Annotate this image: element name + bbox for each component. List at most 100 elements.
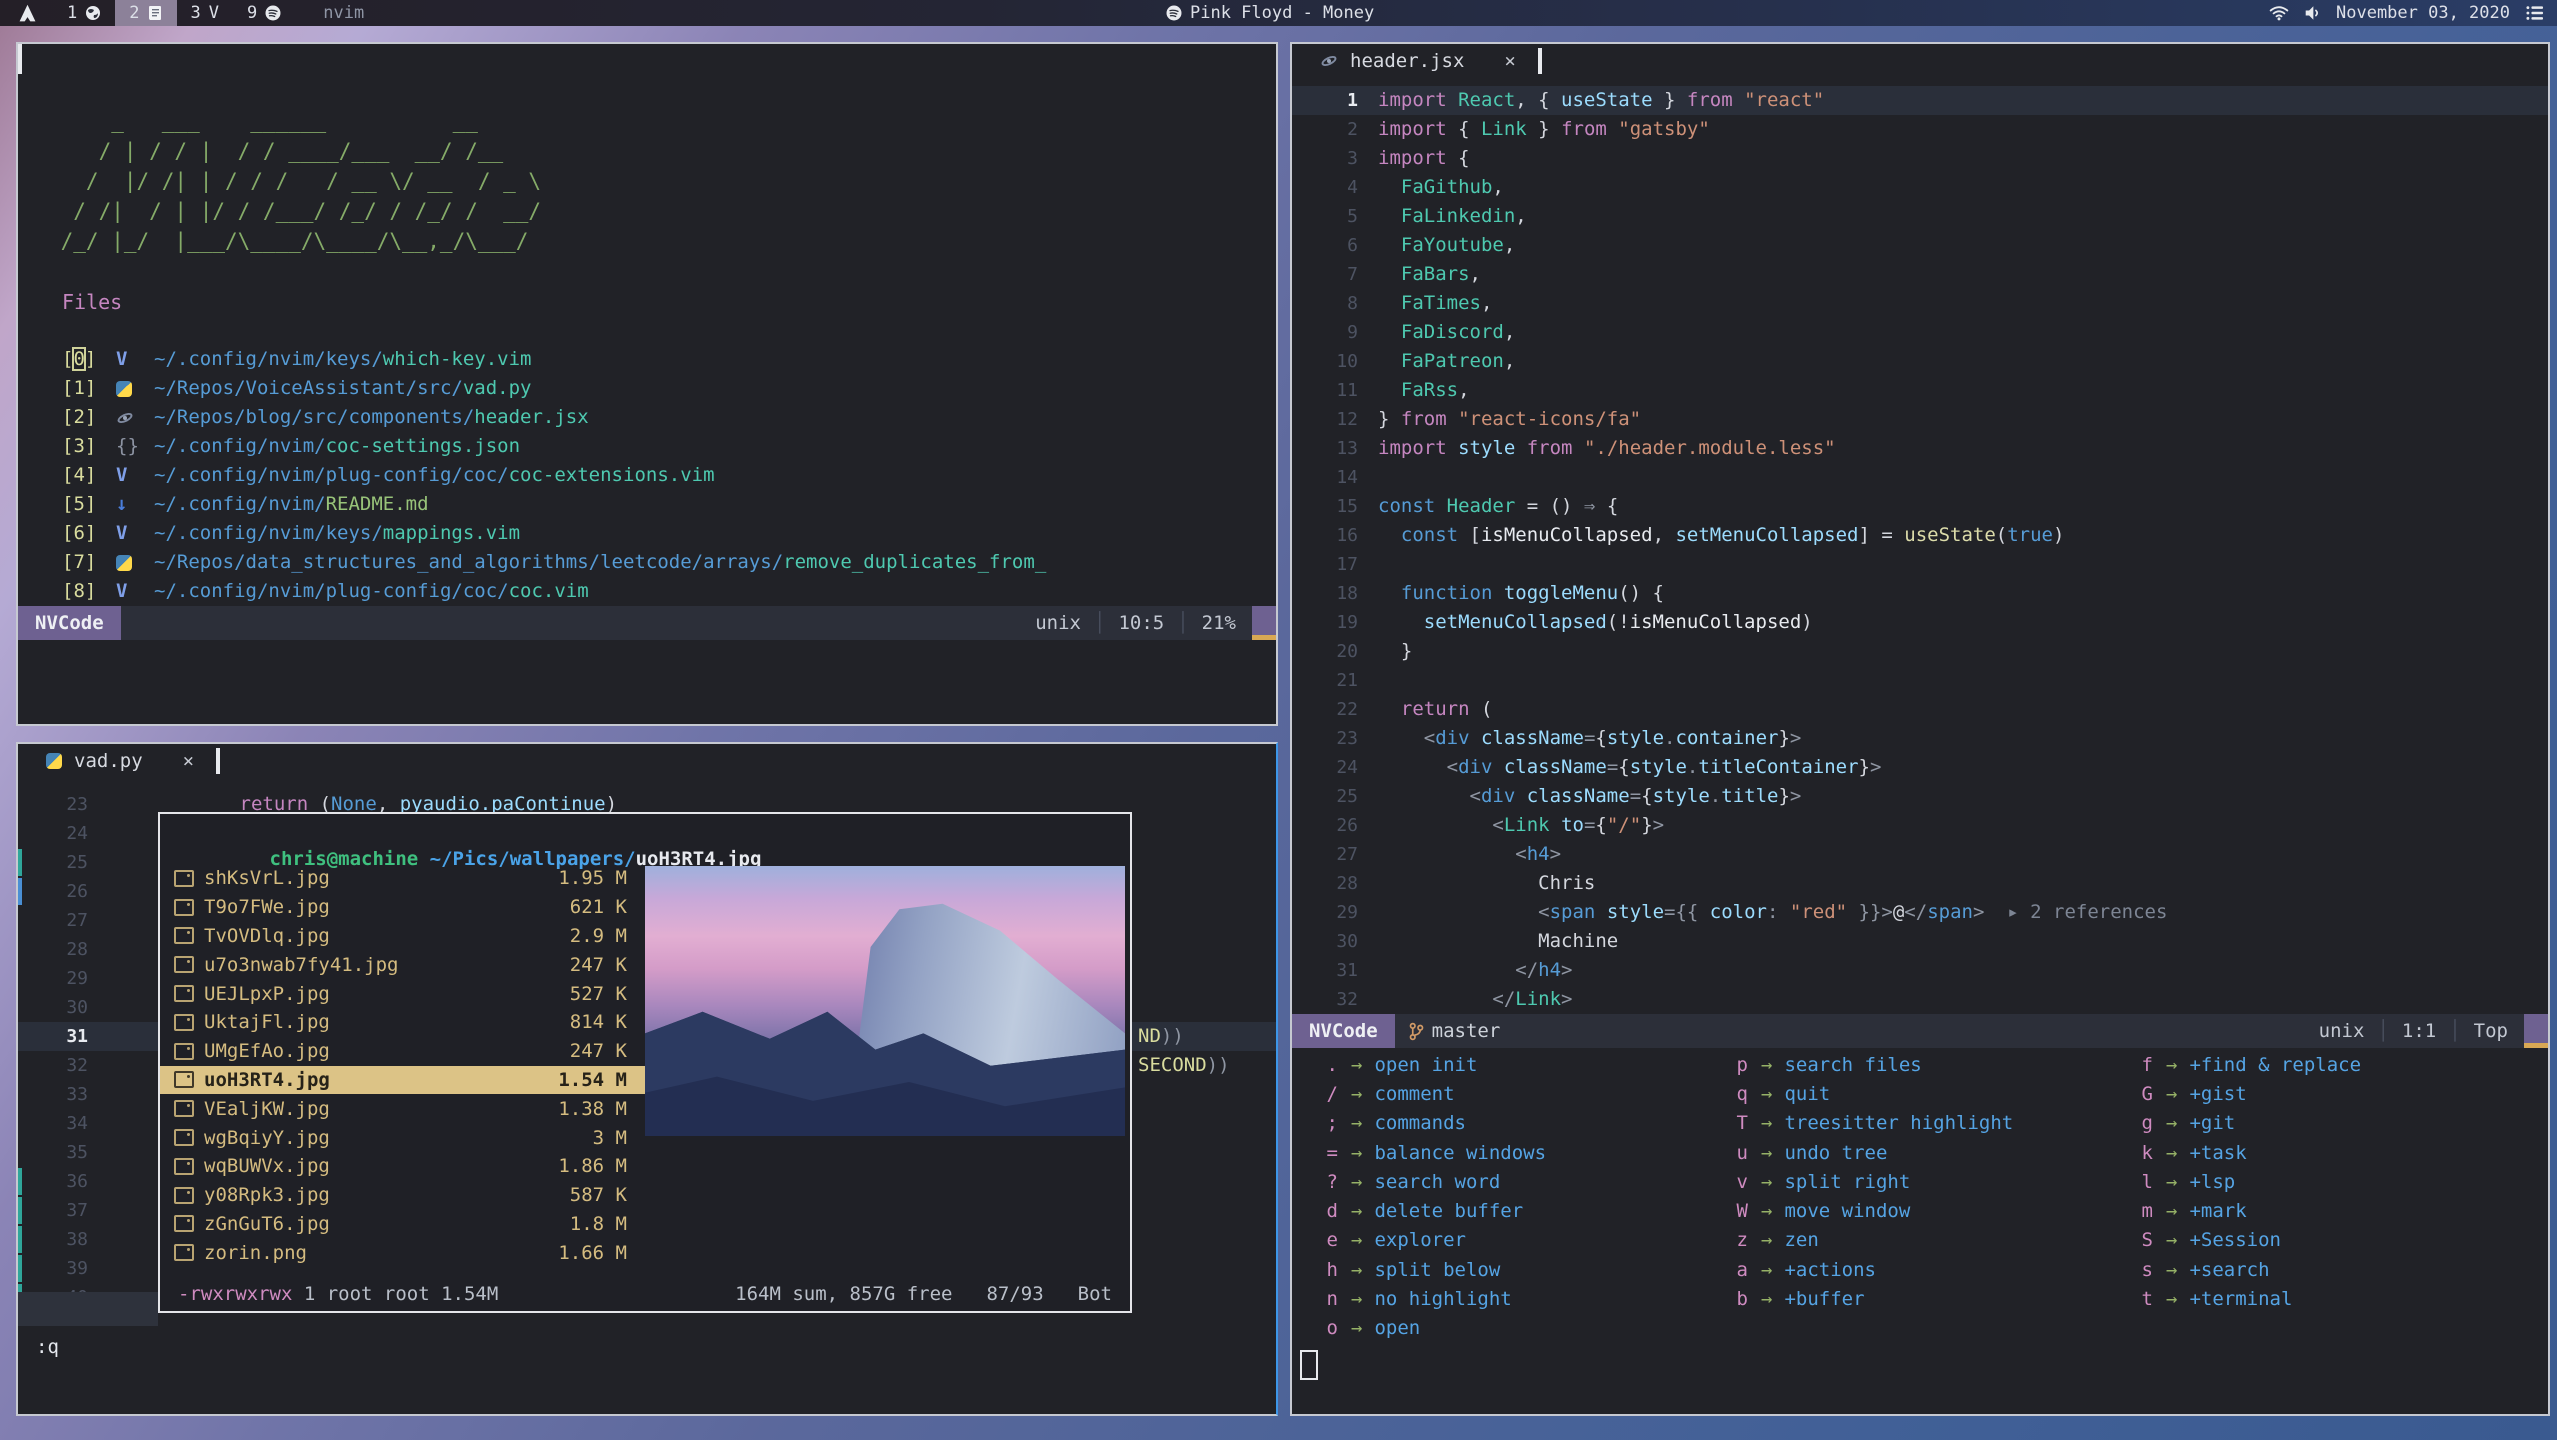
- which-key-binding[interactable]: m→+mark: [2127, 1196, 2361, 1225]
- tab-vad-label[interactable]: vad.py: [74, 750, 143, 772]
- token: =: [1630, 785, 1641, 807]
- image-file-icon: [174, 1071, 194, 1088]
- line-number: 31: [18, 1022, 88, 1051]
- recent-file-row[interactable]: [2]~/Repos/blog/src/components/header.js…: [18, 403, 1274, 432]
- which-key-binding[interactable]: S→+Session: [2127, 1226, 2361, 1255]
- which-key-binding[interactable]: n→no highlight: [1312, 1284, 1546, 1313]
- which-key-binding[interactable]: g→+git: [2127, 1109, 2361, 1138]
- which-key-binding[interactable]: o→open: [1312, 1314, 1546, 1343]
- token: <: [1378, 901, 1550, 923]
- file-name: vad.py: [463, 374, 532, 403]
- statusline-dashboard: NVCode unix │ 10:5 │ 21%: [18, 606, 1276, 640]
- window-header-jsx[interactable]: header.jsx × 1import React, { useState }…: [1290, 42, 2550, 1416]
- which-key-binding[interactable]: e→explorer: [1312, 1226, 1546, 1255]
- which-key-binding[interactable]: G→+gist: [2127, 1079, 2361, 1108]
- token: {: [1595, 495, 1618, 517]
- recent-file-row[interactable]: [3]{}~/.config/nvim/coc-settings.json: [18, 432, 1274, 461]
- popup-file-row[interactable]: TvOVDlq.jpg2.9 M: [160, 922, 647, 951]
- recent-file-row[interactable]: [8]V~/.config/nvim/plug-config/coc/coc.v…: [18, 577, 1274, 606]
- popup-file-row[interactable]: zorin.png1.66 M: [160, 1238, 647, 1267]
- tab-close-icon[interactable]: ×: [1504, 50, 1515, 72]
- which-key-binding[interactable]: v→split right: [1722, 1167, 2013, 1196]
- popup-file-row[interactable]: shKsVrL.jpg1.95 M: [160, 864, 647, 893]
- token: {: [1641, 785, 1652, 807]
- binding-key: s: [2127, 1259, 2153, 1281]
- binding-description: no highlight: [1374, 1288, 1511, 1310]
- popup-file-row[interactable]: VEaljKW.jpg1.38 M: [160, 1094, 647, 1123]
- command-line[interactable]: :q: [36, 1336, 59, 1358]
- token: FaBars: [1378, 263, 1470, 285]
- which-key-binding[interactable]: /→comment: [1312, 1079, 1546, 1108]
- popup-file-row[interactable]: UMgEfAo.jpg247 K: [160, 1037, 647, 1066]
- token: "react": [1744, 89, 1824, 111]
- which-key-binding[interactable]: s→+search: [2127, 1255, 2361, 1284]
- workspace-3[interactable]: 3 V: [177, 0, 234, 26]
- recent-file-row[interactable]: [1]~/Repos/VoiceAssistant/src/vad.py: [18, 374, 1274, 403]
- wifi-icon[interactable]: [2269, 5, 2289, 21]
- token: ▸ 2 references: [1984, 901, 2167, 923]
- window-nvim-dashboard[interactable]: _ ___ ______ __ / | / / | / / ____/___ _…: [16, 42, 1278, 726]
- which-key-binding[interactable]: ;→commands: [1312, 1109, 1546, 1138]
- popup-file-row[interactable]: u7o3nwab7fy41.jpg247 K: [160, 950, 647, 979]
- tab-header-label[interactable]: header.jsx: [1350, 50, 1464, 72]
- popup-file-row[interactable]: UktajFl.jpg814 K: [160, 1008, 647, 1037]
- buffer-line: 21: [1292, 666, 2548, 695]
- token: <: [1378, 785, 1481, 807]
- desktop: 1 2 3 V 9 nvim Pink Floyd - Money: [0, 0, 2557, 1440]
- code-text: <Link to={"/"}>: [1292, 811, 2548, 840]
- which-key-binding[interactable]: p→search files: [1722, 1050, 2013, 1079]
- file-icon: V: [116, 345, 154, 374]
- volume-icon[interactable]: [2304, 5, 2321, 21]
- which-key-binding[interactable]: .→open init: [1312, 1050, 1546, 1079]
- binding-key: h: [1312, 1259, 1338, 1281]
- code-text: FaYoutube,: [1292, 231, 2548, 260]
- popup-file-row[interactable]: zGnGuT6.jpg1.8 M: [160, 1210, 647, 1239]
- which-key-binding[interactable]: d→delete buffer: [1312, 1196, 1546, 1225]
- which-key-binding[interactable]: a→+actions: [1722, 1255, 2013, 1284]
- window-vad-py[interactable]: vad.py × 23 return (None, pyaudio.paCont…: [16, 742, 1278, 1416]
- workspace-1[interactable]: 1: [53, 0, 115, 26]
- popup-file-row[interactable]: uoH3RT4.jpg1.54 M: [160, 1066, 647, 1095]
- recent-file-row[interactable]: [4]V~/.config/nvim/plug-config/coc/coc-e…: [18, 461, 1274, 490]
- mode-color-block: [2524, 1014, 2548, 1048]
- which-key-binding[interactable]: f→+find & replace: [2127, 1050, 2361, 1079]
- scroll-percent: 21%: [1202, 612, 1236, 634]
- which-key-binding[interactable]: l→+lsp: [2127, 1167, 2361, 1196]
- which-key-binding[interactable]: h→split below: [1312, 1255, 1546, 1284]
- which-key-binding[interactable]: b→+buffer: [1722, 1284, 2013, 1313]
- token: [1470, 727, 1481, 749]
- token: style: [1607, 727, 1664, 749]
- which-key-binding[interactable]: T→treesitter highlight: [1722, 1109, 2013, 1138]
- which-key-binding[interactable]: t→+terminal: [2127, 1284, 2361, 1313]
- recent-file-row[interactable]: [0]V~/.config/nvim/keys/which-key.vim: [18, 345, 1274, 374]
- file-index: [5]: [62, 490, 116, 519]
- workspace-9[interactable]: 9: [233, 0, 295, 26]
- which-key-binding[interactable]: k→+task: [2127, 1138, 2361, 1167]
- code-text: <span style={{ color: "red" }}>@</span> …: [1292, 898, 2548, 927]
- arrow-icon: →: [2166, 1083, 2177, 1105]
- which-key-binding[interactable]: u→undo tree: [1722, 1138, 2013, 1167]
- which-key-column: f→+find & replaceG→+gistg→+gitk→+taskl→+…: [2127, 1050, 2361, 1314]
- file-index: [6]: [62, 519, 116, 548]
- popup-file-row[interactable]: y08Rpk3.jpg587 K: [160, 1181, 647, 1210]
- binding-description: +actions: [1784, 1259, 1876, 1281]
- recent-file-row[interactable]: [5]↓~/.config/nvim/README.md: [18, 490, 1274, 519]
- popup-file-row[interactable]: wgBqiyY.jpg3 M: [160, 1123, 647, 1152]
- menu-list-icon[interactable]: [2525, 5, 2545, 21]
- popup-file-row[interactable]: wqBUWVx.jpg1.86 M: [160, 1152, 647, 1181]
- recent-file-row[interactable]: [7]~/Repos/data_structures_and_algorithm…: [18, 548, 1274, 577]
- which-key-binding[interactable]: W→move window: [1722, 1196, 2013, 1225]
- tab-close-icon[interactable]: ×: [183, 750, 194, 772]
- token: className: [1481, 727, 1584, 749]
- which-key-binding[interactable]: ?→search word: [1312, 1167, 1546, 1196]
- file-index: [8]: [62, 577, 116, 606]
- token: "/": [1607, 814, 1641, 836]
- popup-file-row[interactable]: T9o7FWe.jpg621 K: [160, 893, 647, 922]
- which-key-binding[interactable]: z→zen: [1722, 1226, 2013, 1255]
- line-number: 10: [1292, 347, 1358, 376]
- workspace-2[interactable]: 2: [115, 0, 176, 26]
- which-key-binding[interactable]: q→quit: [1722, 1079, 2013, 1108]
- recent-file-row[interactable]: [6]V~/.config/nvim/keys/mappings.vim: [18, 519, 1274, 548]
- which-key-binding[interactable]: =→balance windows: [1312, 1138, 1546, 1167]
- popup-file-row[interactable]: UEJLpxP.jpg527 K: [160, 979, 647, 1008]
